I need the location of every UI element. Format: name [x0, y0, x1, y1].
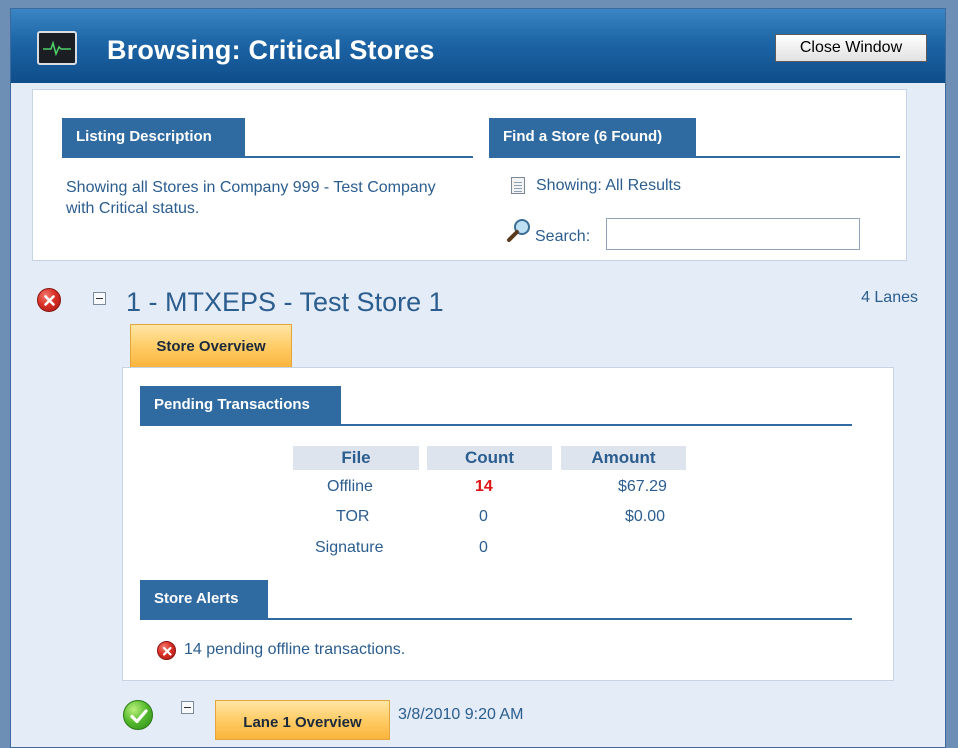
store-title[interactable]: 1 - MTXEPS - Test Store 1 [126, 287, 444, 318]
lane-timestamp: 3/8/2010 9:20 AM [398, 706, 524, 723]
search-label: Search: [535, 228, 591, 245]
tab-store-overview[interactable]: Store Overview [130, 324, 292, 368]
error-icon [37, 288, 61, 312]
close-window-button[interactable]: Close Window [775, 34, 927, 62]
window-title: Browsing: Critical Stores [107, 35, 435, 65]
row-signature-file: Signature [315, 539, 384, 556]
row-offline-file: Offline [327, 478, 373, 495]
column-header-amount: Amount [561, 446, 686, 470]
listing-divider [62, 156, 473, 158]
listing-description-header: Listing Description [62, 118, 245, 156]
row-tor-count: 0 [479, 508, 488, 525]
store-collapse-toggle[interactable] [93, 292, 106, 305]
row-tor-file: TOR [336, 508, 370, 525]
lane-count: 4 Lanes [861, 289, 918, 306]
tab-lane-overview[interactable]: Lane 1 Overview [215, 700, 390, 740]
alert-error-icon [157, 641, 176, 660]
search-input[interactable] [606, 218, 860, 250]
success-icon [123, 700, 153, 730]
row-signature-count: 0 [479, 539, 488, 556]
monitor-pulse-icon [37, 31, 77, 65]
row-tor-amount: $0.00 [625, 508, 666, 525]
alerts-divider [140, 618, 852, 620]
magnifier-icon [506, 217, 532, 243]
find-divider [489, 156, 900, 158]
lane-collapse-toggle[interactable] [181, 701, 194, 714]
pending-transactions-header: Pending Transactions [140, 386, 341, 424]
store-alerts-header: Store Alerts [140, 580, 268, 618]
row-offline-count: 14 [475, 478, 493, 495]
document-icon [511, 177, 525, 194]
pending-divider [140, 424, 852, 426]
column-header-file: File [293, 446, 419, 470]
find-store-header: Find a Store (6 Found) [489, 118, 696, 156]
alert-item: 14 pending offline transactions. [184, 641, 406, 658]
listing-description-text: Showing all Stores in Company 999 - Test… [66, 179, 436, 217]
column-header-count: Count [427, 446, 552, 470]
row-offline-amount: $67.29 [618, 478, 667, 495]
showing-results-link[interactable]: Showing: All Results [536, 177, 681, 195]
title-bar: Browsing: Critical Stores Close Window [11, 9, 945, 83]
